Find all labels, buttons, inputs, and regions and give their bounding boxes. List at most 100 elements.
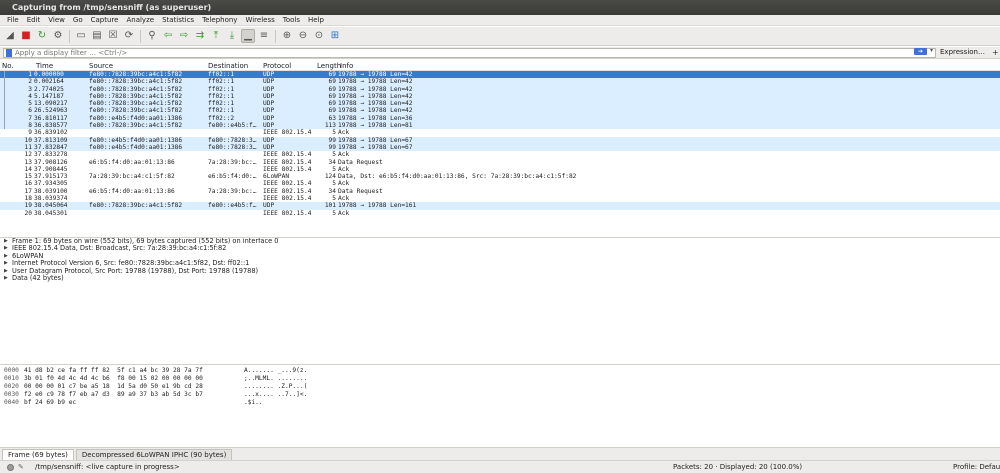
menu-statistics[interactable]: Statistics <box>158 15 198 26</box>
expand-arrow-icon[interactable]: ▶ <box>4 245 12 252</box>
menu-telephony[interactable]: Telephony <box>198 15 241 26</box>
hex-ascii[interactable]: ;..MLML. ........ <box>244 375 324 383</box>
column-header-no[interactable]: No. <box>0 62 34 70</box>
column-header-destination[interactable]: Destination <box>206 62 261 70</box>
packet-row[interactable]: 20 38.045301 IEEE 802.15.4 5 Ack <box>0 209 1000 217</box>
menu-wireless[interactable]: Wireless <box>241 15 278 26</box>
packet-cell-time: 37.833278 <box>34 151 68 159</box>
menu-analyze[interactable]: Analyze <box>122 15 158 26</box>
packet-row[interactable]: 9 36.839102 IEEE 802.15.4 5 Ack <box>0 129 1000 137</box>
shark-fin-icon[interactable]: ◢ <box>3 29 17 43</box>
menu-edit[interactable]: Edit <box>23 15 45 26</box>
packet-cell-time: 37.915173 <box>34 173 68 181</box>
column-header-length[interactable]: Length <box>315 62 341 70</box>
back-arrow-icon[interactable]: ⇦ <box>161 29 175 43</box>
column-header-time[interactable]: Time <box>34 62 87 70</box>
hex-offset[interactable]: 0020 <box>0 383 24 391</box>
menu-go[interactable]: Go <box>69 15 87 26</box>
hex-bytes[interactable]: 00 00 00 01 c7 be a5 18 1d 5a d0 50 e1 9… <box>24 383 244 391</box>
column-header-protocol[interactable]: Protocol <box>261 62 315 70</box>
packet-row[interactable]: 12 37.833278 IEEE 802.15.4 5 Ack <box>0 151 1000 159</box>
packet-row[interactable]: 7 36.810117 fe80::e4b5:f4d0:aa01:1386 ff02:… <box>0 114 1000 123</box>
expand-arrow-icon[interactable]: ▶ <box>4 238 12 245</box>
menu-file[interactable]: File <box>3 15 23 26</box>
profile-indicator[interactable]: Profile: Default <box>953 461 1000 473</box>
packet-row[interactable]: 5 13.090217 fe80::7828:39bc:a4c1:5f82 ff02:… <box>0 100 1000 108</box>
colorize-icon[interactable]: ≡ <box>257 29 271 43</box>
packet-row[interactable]: 15 37.915173 7a:28:39:bc:a4:c1:5f:82 e6:b5:… <box>0 173 1000 181</box>
packet-row[interactable]: 6 26.524963 fe80::7828:39bc:a4c1:5f82 ff02:… <box>0 107 1000 115</box>
menu-help[interactable]: Help <box>304 15 328 26</box>
go-to-packet-icon[interactable]: ⇉ <box>193 29 207 43</box>
expand-arrow-icon[interactable]: ▶ <box>4 253 12 260</box>
packet-cell-protocol: IEEE 802.15.4 <box>263 209 312 217</box>
expression-button[interactable]: Expression… <box>940 47 985 58</box>
options-gear-icon[interactable]: ⚙ <box>51 29 65 43</box>
packet-row[interactable]: 4 5.147187 fe80::7828:39bc:a4c1:5f82 ff02::… <box>0 92 1000 101</box>
packet-row[interactable]: 14 37.908445 IEEE 802.15.4 5 Ack <box>0 165 1000 174</box>
hex-bytes[interactable]: f2 e0 c9 78 f7 eb a7 d3 89 a9 37 b3 ab 5… <box>24 391 244 399</box>
close-file-icon[interactable]: ☒ <box>106 29 120 43</box>
hex-row: 0010 3b 01 f0 4d 4c 4d 4c b6 f8 00 15 02 … <box>0 375 1000 383</box>
bookmark-icon[interactable] <box>6 49 12 57</box>
add-filter-button[interactable]: + <box>992 47 999 58</box>
expand-arrow-icon[interactable]: ▶ <box>4 260 12 267</box>
hex-ascii[interactable]: A....... _...9(z. <box>244 367 324 375</box>
hex-offset[interactable]: 0000 <box>0 367 24 375</box>
column-header-source[interactable]: Source <box>87 62 206 70</box>
capture-comment-icon[interactable]: ✎ <box>18 463 27 471</box>
hex-ascii[interactable]: ...x.... ..7..]<. <box>244 391 324 399</box>
zoom-reset-icon[interactable]: ⊙ <box>312 29 326 43</box>
find-icon[interactable]: ⚲ <box>145 29 159 43</box>
detail-tree-item[interactable]: ▶ Data (42 bytes) <box>0 274 1000 282</box>
expand-arrow-icon[interactable]: ▶ <box>4 268 12 275</box>
hex-bytes[interactable]: 3b 01 f0 4d 4c 4d 4c b6 f8 00 15 02 00 0… <box>24 375 244 383</box>
menu-view[interactable]: View <box>44 15 69 26</box>
packet-row[interactable]: 1 0.000000 fe80::7828:39bc:a4c1:5f82 ff02::… <box>0 71 1000 79</box>
hex-bytes[interactable]: 41 d8 b2 ce fa ff ff 82 5f c1 a4 bc 39 2… <box>24 367 244 375</box>
stop-icon[interactable]: ■ <box>19 29 33 43</box>
packet-row[interactable]: 2 0.002164 fe80::7828:39bc:a4c1:5f82 ff02::… <box>0 78 1000 86</box>
packet-row[interactable]: 17 38.039100 e6:b5:f4:d0:aa:01:13:86 7a:28:… <box>0 187 1000 196</box>
zoom-in-icon[interactable]: ⊕ <box>280 29 294 43</box>
column-header-info[interactable]: Info <box>338 62 998 70</box>
packet-cell-protocol: UDP <box>263 71 275 78</box>
resize-columns-icon[interactable]: ⊞ <box>328 29 342 43</box>
display-filter-input[interactable] <box>15 49 895 57</box>
menu-capture[interactable]: Capture <box>87 15 123 26</box>
detail-tree-item[interactable]: ▶ IEEE 802.15.4 Data, Dst: Broadcast, Src… <box>0 244 1000 252</box>
first-packet-icon[interactable]: ⤒ <box>209 29 223 43</box>
packet-row[interactable]: 16 37.934305 IEEE 802.15.4 5 Ack <box>0 180 1000 188</box>
packet-cell-destination <box>206 129 261 136</box>
menu-tools[interactable]: Tools <box>279 15 304 26</box>
reload-icon[interactable]: ⟳ <box>122 29 136 43</box>
hex-ascii[interactable]: .$i.. <box>244 399 324 407</box>
autoscroll-icon[interactable]: ▁ <box>241 29 255 43</box>
expert-info-icon[interactable] <box>7 463 14 471</box>
packet-row[interactable]: 3 2.774025 fe80::7828:39bc:a4c1:5f82 ff02::… <box>0 85 1000 93</box>
last-packet-icon[interactable]: ⤓ <box>225 29 239 43</box>
zoom-out-icon[interactable]: ⊖ <box>296 29 310 43</box>
filter-history-dropdown-icon[interactable]: ▾ <box>928 47 935 55</box>
forward-arrow-icon[interactable]: ⇨ <box>177 29 191 43</box>
hex-ascii[interactable]: ........ .Z.P...( <box>244 383 324 391</box>
packet-row[interactable]: 19 38.045064 fe80::7828:39bc:a4c1:5f82 fe80… <box>0 202 1000 210</box>
apply-filter-arrow-icon[interactable]: ➔ <box>914 48 927 55</box>
display-filter-field[interactable] <box>3 48 936 58</box>
open-file-icon[interactable]: ▭ <box>74 29 88 43</box>
hex-bytes[interactable]: bf 24 69 b9 ec <box>24 399 244 407</box>
packet-row[interactable]: 8 36.838577 fe80::7828:39bc:a4c1:5f82 fe80:… <box>0 122 1000 130</box>
detail-tree-item[interactable]: ▶ User Datagram Protocol, Src Port: 19788… <box>0 267 1000 275</box>
packet-cell-no: 3 <box>28 85 32 93</box>
hex-offset[interactable]: 0010 <box>0 375 24 383</box>
hex-offset[interactable]: 0040 <box>0 399 24 407</box>
packet-row[interactable]: 11 37.832847 fe80::e4b5:f4d0:aa01:1386 fe80… <box>0 143 1000 152</box>
restart-icon[interactable]: ↻ <box>35 29 49 43</box>
save-icon[interactable]: ▤ <box>90 29 104 43</box>
packet-row[interactable]: 18 38.039374 IEEE 802.15.4 5 Ack <box>0 195 1000 203</box>
packet-row[interactable]: 10 37.813109 fe80::e4b5:f4d0:aa01:1386 fe80… <box>0 136 1000 144</box>
packet-row[interactable]: 13 37.908126 e6:b5:f4:d0:aa:01:13:86 7a:28:… <box>0 158 1000 166</box>
packet-list[interactable]: No. Time Source Destination Protocol Len… <box>0 62 1000 235</box>
expand-arrow-icon[interactable]: ▶ <box>4 275 12 282</box>
hex-offset[interactable]: 0030 <box>0 391 24 399</box>
